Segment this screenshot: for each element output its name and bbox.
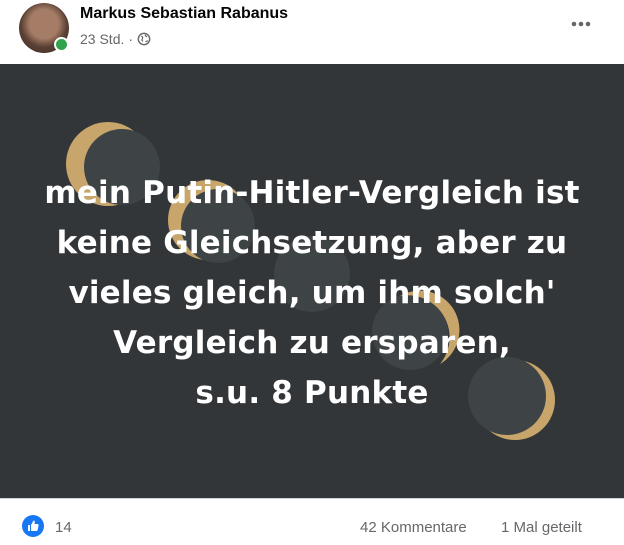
thumbs-up-icon[interactable] bbox=[22, 515, 44, 537]
comments-count[interactable]: 42 Kommentare bbox=[360, 519, 467, 536]
author-name[interactable]: Markus Sebastian Rabanus bbox=[80, 5, 288, 23]
meta-separator: · bbox=[128, 31, 134, 47]
post-image[interactable]: mein Putin-Hitler-Vergleich ist keine Gl… bbox=[0, 64, 624, 498]
reaction-count[interactable]: 14 bbox=[55, 519, 72, 536]
shares-count[interactable]: 1 Mal geteilt bbox=[501, 519, 582, 536]
post-text-line: s.u. 8 Punkte bbox=[195, 375, 429, 411]
reactions-bar: 14 42 Kommentare 1 Mal geteilt bbox=[0, 498, 624, 545]
author-avatar[interactable] bbox=[19, 3, 69, 53]
post-text-line: vieles gleich, um ihm solch' bbox=[68, 275, 556, 311]
post-time[interactable]: 23 Std. bbox=[80, 31, 124, 47]
post-header: Markus Sebastian Rabanus 23 Std. · bbox=[0, 0, 624, 64]
post-text: mein Putin-Hitler-Vergleich ist keine Gl… bbox=[0, 168, 624, 418]
post-text-line: mein Putin-Hitler-Vergleich ist bbox=[44, 175, 580, 211]
globe-icon bbox=[137, 32, 151, 46]
post-meta: 23 Std. · bbox=[80, 31, 151, 47]
post-text-line: keine Gleichsetzung, aber zu bbox=[56, 225, 568, 261]
post-text-line: Vergleich zu ersparen, bbox=[113, 325, 511, 361]
more-options-icon[interactable] bbox=[564, 12, 598, 36]
online-status-icon bbox=[54, 37, 69, 52]
